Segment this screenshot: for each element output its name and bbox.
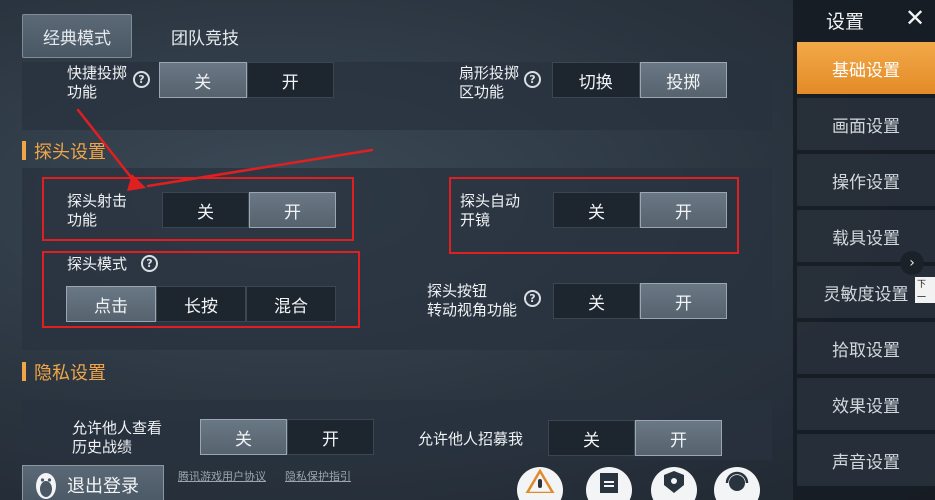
settings-title: 设置 xyxy=(826,11,865,33)
section-title-privacy: 隐私设置 xyxy=(22,359,106,385)
sidebar-item-controls[interactable]: 操作设置 xyxy=(797,154,935,206)
allow-recruit-on-button[interactable]: 开 xyxy=(635,420,722,456)
allow-view-history-off-button[interactable]: 关 xyxy=(200,419,287,455)
allow-view-history-on-button[interactable]: 开 xyxy=(287,419,374,455)
allow-recruit-off-button[interactable]: 关 xyxy=(548,420,635,456)
logout-label: 退出登录 xyxy=(67,476,139,497)
user-agreement-link[interactable]: 腾讯游戏用户协议 xyxy=(178,468,266,484)
logout-button[interactable]: 退出登录 xyxy=(22,465,164,500)
sidebar-item-basic[interactable]: 基础设置 xyxy=(797,42,935,94)
privacy-guide-link[interactable]: 隐私保护指引 xyxy=(285,468,351,484)
sidebar-item-pickup[interactable]: 拾取设置 xyxy=(797,322,935,374)
penguin-icon xyxy=(36,473,56,499)
close-icon[interactable]: ✕ xyxy=(905,4,925,32)
allow-recruit-label: 允许他人招募我 xyxy=(418,430,524,448)
sidebar-item-sound[interactable]: 声音设置 xyxy=(797,434,935,486)
allow-recruit-toggle: 关 开 xyxy=(548,420,722,456)
allow-view-history-toggle: 关 开 xyxy=(200,419,374,455)
sidebar-item-effects[interactable]: 效果设置 xyxy=(797,378,935,430)
sidebar-item-graphics[interactable]: 画面设置 xyxy=(797,98,935,150)
chevron-right-icon[interactable]: › xyxy=(900,251,924,275)
allow-view-history-label: 允许他人查看 历史战绩 xyxy=(72,419,163,456)
next-hint-label: 下一 xyxy=(915,277,935,303)
